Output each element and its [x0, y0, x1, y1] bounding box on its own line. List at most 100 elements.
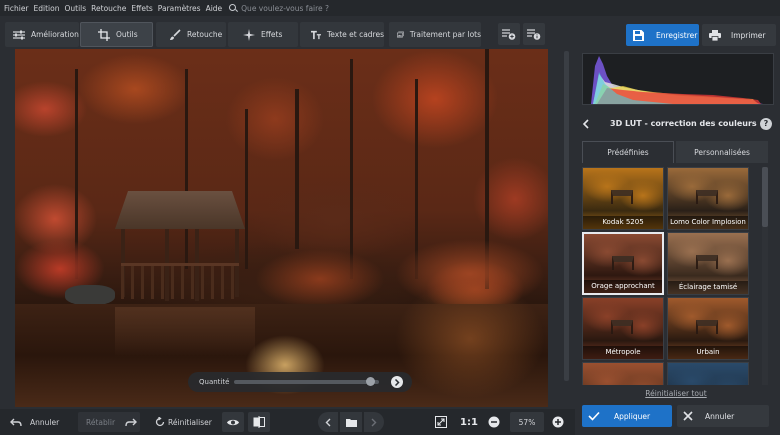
preset-scrollbar[interactable] [762, 167, 768, 385]
menu-effets[interactable]: Effets [131, 4, 152, 13]
check-icon [588, 411, 600, 421]
zoom-out-button[interactable] [486, 412, 502, 432]
histogram [582, 53, 774, 105]
preset-thumbnail [696, 255, 718, 269]
redo-label: Rétablir [86, 417, 116, 427]
help-icon[interactable]: ? [760, 118, 772, 130]
tab-outils[interactable]: Outils [80, 22, 153, 47]
preset-label: Urbain [668, 346, 748, 359]
preset-label: Lomo Color Implosion [668, 216, 748, 229]
tab-effets[interactable]: Effets [228, 22, 298, 47]
photo-autumn-pavilion[interactable]: Quantité [15, 49, 548, 407]
menu-fichier[interactable]: Fichier [4, 4, 29, 13]
redo-button[interactable]: Rétablir [78, 412, 140, 432]
fit-screen-button[interactable] [430, 412, 452, 432]
menu-retouche[interactable]: Retouche [91, 4, 126, 13]
print-button[interactable]: Imprimer [702, 24, 776, 46]
close-icon [683, 411, 693, 421]
preset-tile[interactable] [667, 362, 749, 385]
menu-bar: Fichier Edition Outils Retouche Effets P… [0, 0, 780, 16]
open-folder-button[interactable] [340, 412, 362, 432]
preview-button[interactable] [222, 412, 244, 432]
right-panel: 3D LUT - correction des couleurs ? Prédé… [576, 49, 780, 409]
preset-thumbnail [611, 320, 633, 334]
batch-icon [397, 31, 404, 38]
list-add-icon [502, 29, 516, 40]
list-info-icon [527, 29, 541, 40]
chevron-left-icon [325, 418, 331, 426]
reset-all-link[interactable]: Réinitialiser tout [576, 389, 776, 398]
bottom-bar: Annuler Rétablir Réinitialiser 1:1 57% [0, 409, 575, 435]
compare-button[interactable] [248, 412, 270, 432]
prev-image-button[interactable] [318, 412, 338, 432]
tab-retouche[interactable]: Retouche [156, 22, 226, 47]
canvas-scrollbar[interactable] [563, 49, 570, 407]
quantity-confirm-button[interactable] [391, 376, 403, 388]
printer-icon [709, 29, 721, 41]
pavilion-roof [115, 191, 245, 229]
canvas-area: Quantité [0, 49, 570, 407]
quantity-slider-thumb[interactable] [366, 377, 376, 386]
tab-texte-cadres-label: Texte et cadres [326, 30, 384, 39]
panel-title: 3D LUT - correction des couleurs [610, 119, 757, 128]
tab-texte-cadres[interactable]: Texte et cadres [300, 22, 384, 47]
preset-tile[interactable] [582, 362, 664, 385]
compare-icon [253, 416, 265, 428]
zoom-level-field[interactable]: 57% [510, 412, 544, 432]
tab-personnalisees[interactable]: Personnalisées [676, 141, 768, 163]
cancel-button[interactable]: Annuler [677, 405, 769, 427]
tab-outils-label: Outils [116, 30, 138, 39]
preset-tile[interactable]: Lomo Color Implosion [667, 167, 749, 230]
floppy-icon [633, 29, 644, 41]
preset-grid: Kodak 5205 Lomo Color Implosion Orage appr… [582, 167, 754, 385]
preset-label: Kodak 5205 [583, 216, 663, 229]
menu-edition[interactable]: Edition [34, 4, 60, 13]
preset-tile[interactable]: Kodak 5205 [582, 167, 664, 230]
preset-scrollbar-thumb[interactable] [762, 167, 768, 227]
brush-icon [170, 28, 181, 40]
menu-outils[interactable]: Outils [64, 4, 86, 13]
preset-tabs: Prédéfinies Personnalisées [582, 141, 768, 163]
preset-label: Métropole [583, 346, 663, 359]
search-input[interactable] [241, 3, 352, 13]
filter-info-button[interactable] [523, 23, 545, 45]
print-label: Imprimer [731, 30, 766, 40]
next-image-button[interactable] [364, 412, 384, 432]
back-button[interactable] [582, 119, 590, 131]
zoom-out-icon [488, 416, 500, 428]
tab-predefinies[interactable]: Prédéfinies [582, 141, 674, 163]
apply-button[interactable]: Appliquer [582, 405, 672, 427]
undo-label: Annuler [30, 417, 60, 427]
quantity-label: Quantité [199, 378, 230, 386]
undo-button[interactable]: Annuler [10, 412, 59, 432]
quantity-slider[interactable] [234, 377, 380, 386]
zoom-in-button[interactable] [550, 412, 566, 432]
save-label: Enregistrer [656, 30, 698, 40]
preset-tile[interactable]: Urbain [667, 297, 749, 360]
canvas-scrollbar-thumb[interactable] [564, 51, 569, 381]
preset-label: Orage approchant [584, 280, 662, 293]
actual-size-button[interactable]: 1:1 [460, 412, 478, 432]
tab-traitement-lots-label: Traitement par lots [409, 30, 481, 39]
menu-aide[interactable]: Aide [206, 4, 223, 13]
tab-traitement-lots[interactable]: Traitement par lots [389, 22, 481, 47]
search-box [229, 3, 352, 13]
save-button[interactable]: Enregistrer [626, 24, 699, 46]
preset-tile[interactable]: Orage approchant [582, 232, 664, 295]
panel-header: 3D LUT - correction des couleurs ? [576, 113, 780, 135]
preset-label: Éclairage tamisé [668, 281, 748, 294]
menu-parametres[interactable]: Paramètres [158, 4, 201, 13]
reset-button[interactable]: Réinitialiser [155, 412, 212, 432]
add-filter-button[interactable] [498, 23, 520, 45]
preset-tile[interactable]: Métropole [582, 297, 664, 360]
fit-screen-icon [435, 416, 447, 428]
quantity-panel: Quantité [188, 372, 412, 392]
tab-amelioration[interactable]: Amélioration [5, 22, 79, 47]
text-icon [311, 30, 321, 39]
tab-effets-label: Effets [261, 30, 283, 39]
undo-icon [10, 418, 22, 426]
eye-icon [227, 419, 239, 425]
tab-retouche-label: Retouche [187, 30, 223, 39]
sparkle-icon [243, 28, 255, 41]
preset-tile[interactable]: Éclairage tamisé [667, 232, 749, 295]
